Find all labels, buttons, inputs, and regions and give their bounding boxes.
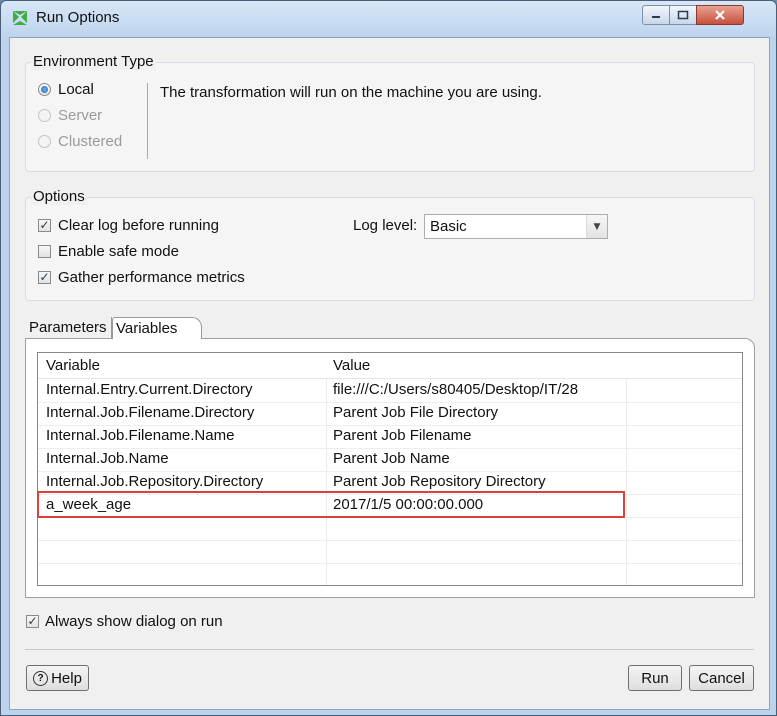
variable-cell[interactable]: Internal.Job.Repository.Directory [46,473,263,490]
value-cell[interactable]: Parent Job Name [333,450,450,467]
table-header: Variable Value [38,353,742,379]
table-row-empty[interactable] [38,517,742,541]
safe-mode-checkbox[interactable] [38,245,51,258]
variable-cell[interactable]: Internal.Entry.Current.Directory [46,381,252,398]
app-icon [13,11,27,25]
column-header-value[interactable]: Value [333,357,370,374]
variables-table: Variable Value Internal.Entry.Current.Di… [37,352,743,586]
value-cell[interactable]: Parent Job Repository Directory [333,473,546,490]
log-level-value: Basic [430,218,467,235]
safe-mode-label[interactable]: Enable safe mode [58,243,179,260]
environment-type-label: Environment Type [31,53,156,70]
cancel-button-label: Cancel [698,669,745,687]
local-radio[interactable] [38,83,51,96]
gather-metrics-label[interactable]: Gather performance metrics [58,269,245,286]
cancel-button[interactable]: Cancel [689,665,754,691]
window-title: Run Options [36,9,120,26]
table-row[interactable]: Internal.Job.Filename.Name Parent Job Fi… [38,425,742,449]
environment-description: The transformation will run on the machi… [160,84,542,101]
close-icon [715,10,725,20]
tab-parameters[interactable]: Parameters [26,317,112,339]
server-radio[interactable] [38,109,51,122]
options-label: Options [31,188,87,205]
variable-cell[interactable]: Internal.Job.Filename.Directory [46,404,254,421]
footer-divider [25,649,754,650]
run-button-label: Run [641,669,669,687]
run-options-window: Run Options Environment Type Local Serve… [0,0,777,716]
chevron-down-icon[interactable]: ▼ [586,215,607,238]
server-radio-label[interactable]: Server [58,107,102,124]
table-row-empty[interactable] [38,563,742,585]
clear-log-label[interactable]: Clear log before running [58,217,219,234]
clear-log-checkbox[interactable]: ✓ [38,219,51,232]
tab-variables[interactable]: Variables [112,317,202,339]
help-button[interactable]: ? Help [26,665,89,691]
value-cell[interactable]: file:///C:/Users/s80405/Desktop/IT/28 [333,381,578,398]
help-icon: ? [33,670,49,686]
run-button[interactable]: Run [628,665,682,691]
table-row-empty[interactable] [38,540,742,564]
clustered-radio-label[interactable]: Clustered [58,133,122,150]
highlighted-row-outline [37,491,625,518]
variable-cell[interactable]: Internal.Job.Name [46,450,169,467]
minimize-button[interactable] [642,5,670,25]
maximize-icon [677,10,689,20]
local-radio-label[interactable]: Local [58,81,94,98]
column-header-variable[interactable]: Variable [46,357,100,374]
always-show-checkbox[interactable]: ✓ [26,615,39,628]
title-bar: Run Options [1,1,776,37]
gather-metrics-checkbox[interactable]: ✓ [38,271,51,284]
table-row[interactable]: Internal.Job.Filename.Directory Parent J… [38,402,742,426]
clustered-radio[interactable] [38,135,51,148]
value-cell[interactable]: Parent Job File Directory [333,404,498,421]
always-show-label[interactable]: Always show dialog on run [45,613,223,630]
variable-cell[interactable]: Internal.Job.Filename.Name [46,427,234,444]
close-button[interactable] [696,5,744,25]
log-level-label: Log level: [353,217,418,234]
table-row[interactable]: Internal.Job.Name Parent Job Name [38,448,742,472]
table-row[interactable]: Internal.Entry.Current.Directory file://… [38,379,742,403]
value-cell[interactable]: Parent Job Filename [333,427,471,444]
minimize-icon [652,16,660,18]
help-button-label: Help [51,669,82,687]
environment-divider [147,83,148,159]
environment-type-group [25,62,755,172]
maximize-button[interactable] [669,5,697,25]
log-level-select[interactable]: Basic ▼ [424,214,608,239]
